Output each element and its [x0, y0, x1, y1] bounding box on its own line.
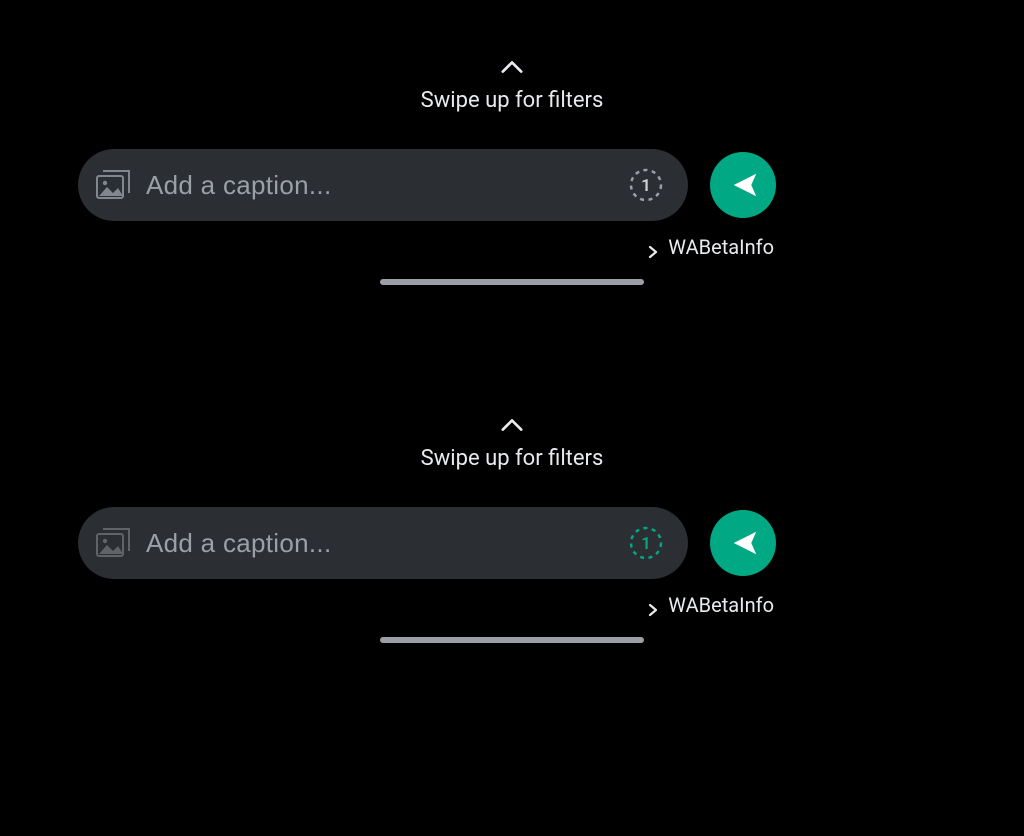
caption-pill[interactable]: 1	[78, 507, 688, 579]
recipient-label: WABetaInfo	[668, 593, 774, 617]
chevron-up-icon	[501, 418, 523, 432]
swipe-up-hint[interactable]: Swipe up for filters	[0, 418, 1024, 471]
swipe-up-label: Swipe up for filters	[421, 446, 604, 471]
recipient-label: WABetaInfo	[668, 235, 774, 259]
caption-input[interactable]	[144, 527, 618, 560]
composer-panel-top: Swipe up for filters WABETAINFO 1	[0, 60, 1024, 285]
chevron-up-icon	[501, 60, 523, 74]
caption-input[interactable]	[144, 169, 618, 202]
recipient-chip[interactable]: WABetaInfo	[646, 593, 774, 617]
chevron-right-icon	[646, 240, 660, 254]
send-button[interactable]	[710, 152, 776, 218]
svg-text:1: 1	[641, 534, 651, 554]
gallery-icon[interactable]	[96, 528, 130, 558]
composer-row-anchor: WABETAINFO 1	[0, 507, 1024, 579]
chevron-right-icon	[646, 598, 660, 612]
composer-row-anchor: WABETAINFO 1	[0, 149, 1024, 221]
recipient-chip[interactable]: WABetaInfo	[646, 235, 774, 259]
view-once-toggle[interactable]: 1	[626, 523, 666, 563]
gallery-icon[interactable]	[96, 170, 130, 200]
home-gesture-bar	[380, 637, 644, 643]
caption-pill[interactable]: 1	[78, 149, 688, 221]
composer-row: 1	[0, 507, 1024, 579]
composer-panel-bottom: Swipe up for filters WABETAINFO 1	[0, 418, 1024, 643]
send-button[interactable]	[710, 510, 776, 576]
swipe-up-hint[interactable]: Swipe up for filters	[0, 60, 1024, 113]
view-once-toggle[interactable]: 1	[626, 165, 666, 205]
swipe-up-label: Swipe up for filters	[421, 88, 604, 113]
composer-row: 1	[0, 149, 1024, 221]
screenshot-stage: Swipe up for filters WABETAINFO 1	[0, 0, 1024, 836]
svg-text:1: 1	[641, 176, 651, 196]
home-gesture-bar	[380, 279, 644, 285]
